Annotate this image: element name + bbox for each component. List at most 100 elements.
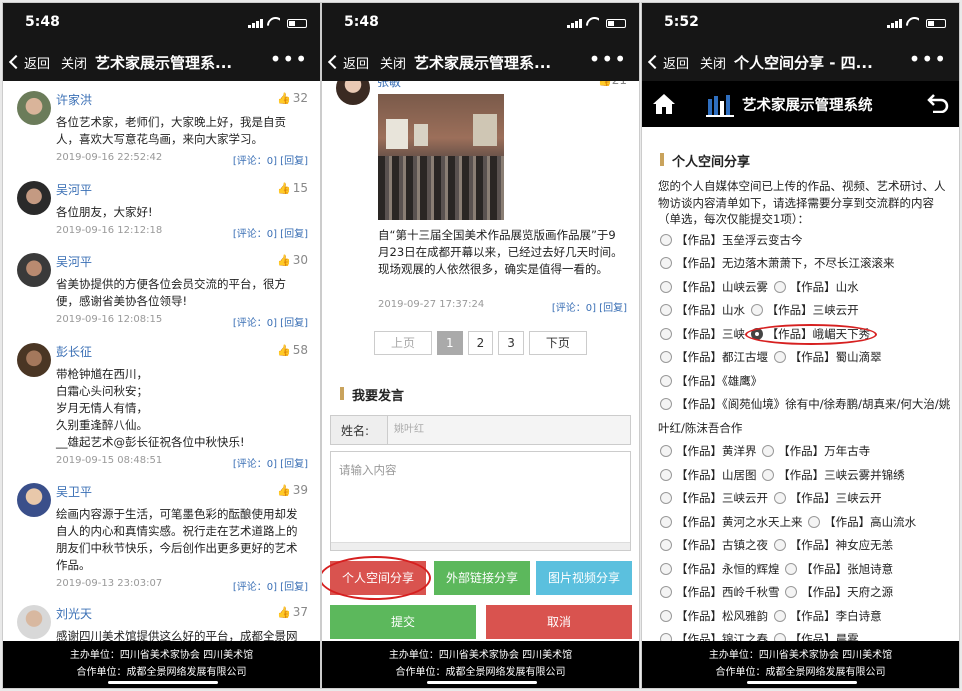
option-item[interactable]: 【作品】张旭诗意 bbox=[783, 562, 893, 576]
page-2-button[interactable]: 2 bbox=[467, 331, 494, 355]
like-button[interactable]: 👍 15 bbox=[277, 181, 308, 195]
comment-reply-links[interactable]: [评论：0] [回复] bbox=[233, 314, 308, 329]
name-input[interactable]: 姚叶红 bbox=[387, 416, 630, 444]
radio-button[interactable] bbox=[660, 586, 672, 598]
comment-reply-links[interactable]: [评论：0] [回复] bbox=[233, 578, 308, 593]
option-item[interactable]: 【作品】古镇之夜 bbox=[658, 538, 768, 552]
option-item[interactable]: 【作品】高山流水 bbox=[806, 515, 916, 529]
radio-button[interactable] bbox=[660, 492, 672, 504]
option-item[interactable]: 【作品】峨嵋天下秀 bbox=[744, 323, 877, 347]
option-item[interactable]: 【作品】《阆苑仙境》徐有中/徐寿鹏/胡真来/何大治/姚叶红/陈沫吾合作 bbox=[658, 397, 950, 435]
submit-button[interactable]: 提交 bbox=[330, 605, 476, 639]
radio-button[interactable] bbox=[660, 304, 672, 316]
radio-button[interactable] bbox=[762, 445, 775, 457]
content-textarea[interactable]: 请输入内容 bbox=[330, 451, 631, 551]
prev-page-button[interactable]: 上页 bbox=[374, 331, 432, 355]
option-item[interactable]: 【作品】天府之源 bbox=[783, 585, 893, 599]
return-icon[interactable] bbox=[927, 93, 949, 113]
textarea-resize-handle[interactable] bbox=[331, 542, 630, 550]
radio-button[interactable] bbox=[660, 609, 672, 622]
radio-button[interactable] bbox=[660, 233, 672, 246]
radio-button[interactable] bbox=[762, 468, 775, 481]
option-item[interactable]: 【作品】黄河之水天上来 bbox=[658, 515, 803, 529]
comment-reply-links[interactable]: [评论：0] [回复] bbox=[233, 152, 308, 167]
radio-button[interactable] bbox=[750, 304, 763, 316]
cancel-button[interactable]: 取消 bbox=[486, 605, 632, 639]
option-item[interactable]: 【作品】晨雾 bbox=[772, 632, 859, 641]
radio-button[interactable] bbox=[660, 445, 672, 457]
more-menu-button[interactable]: ••• bbox=[270, 47, 308, 71]
radio-button[interactable] bbox=[660, 468, 672, 481]
option-item[interactable]: 【作品】三峡云雾并锦绣 bbox=[760, 468, 905, 482]
back-button[interactable]: 返回 bbox=[11, 53, 50, 72]
option-item[interactable]: 【作品】山水 bbox=[658, 303, 745, 317]
radio-button[interactable] bbox=[660, 562, 672, 575]
option-item[interactable]: 【作品】玉垒浮云变古今 bbox=[658, 233, 803, 247]
back-button[interactable]: 返回 bbox=[330, 53, 369, 72]
option-item[interactable]: 【作品】三峡云开 bbox=[749, 303, 859, 317]
radio-button[interactable] bbox=[660, 280, 672, 293]
comment-reply-links[interactable]: [评论：0] [回复] bbox=[552, 299, 627, 314]
option-row: 【作品】玉垒浮云变古今 bbox=[642, 229, 959, 253]
back-button[interactable]: 返回 bbox=[650, 53, 689, 72]
radio-button[interactable] bbox=[785, 586, 798, 598]
close-button[interactable]: 关闭 bbox=[380, 53, 406, 72]
radio-button[interactable] bbox=[660, 257, 672, 269]
radio-button[interactable] bbox=[660, 351, 672, 363]
like-button[interactable]: 👍 30 bbox=[277, 253, 308, 267]
like-button[interactable]: 👍 39 bbox=[277, 483, 308, 497]
radio-button[interactable] bbox=[808, 515, 821, 528]
option-item[interactable]: 【作品】山水 bbox=[772, 280, 859, 294]
comment-text: 省美协提供的方便各位会员交流的平台，很方便，感谢省美协各位领导! bbox=[56, 277, 286, 308]
more-menu-button[interactable]: ••• bbox=[589, 47, 627, 71]
page-1-button[interactable]: 1 bbox=[437, 331, 463, 355]
radio-button[interactable] bbox=[660, 633, 672, 641]
option-item[interactable]: 【作品】三峡云开 bbox=[772, 491, 882, 505]
home-icon[interactable] bbox=[652, 93, 676, 115]
comment-reply-links[interactable]: [评论：0] [回复] bbox=[233, 225, 308, 240]
radio-button[interactable] bbox=[773, 633, 786, 641]
close-button[interactable]: 关闭 bbox=[700, 53, 726, 72]
option-item[interactable]: 【作品】万年古寺 bbox=[760, 444, 870, 458]
option-item[interactable]: 【作品】三峡 bbox=[658, 327, 745, 341]
page-3-button[interactable]: 3 bbox=[498, 331, 524, 355]
radio-button[interactable] bbox=[660, 374, 672, 387]
option-item[interactable]: 【作品】黄洋界 bbox=[658, 444, 757, 458]
external-link-share-button[interactable]: 外部链接分享 bbox=[434, 561, 530, 595]
comment-reply-links[interactable]: [评论：0] [回复] bbox=[233, 455, 308, 470]
option-item[interactable]: 【作品】锦江之春 bbox=[658, 632, 768, 641]
close-button[interactable]: 关闭 bbox=[61, 53, 87, 72]
like-button[interactable]: 👍 58 bbox=[277, 343, 308, 357]
option-item[interactable]: 【作品】都江古堰 bbox=[658, 350, 768, 364]
next-page-button[interactable]: 下页 bbox=[528, 331, 587, 355]
post-photo[interactable] bbox=[378, 94, 504, 220]
option-item[interactable]: 【作品】永恒的辉煌 bbox=[658, 562, 780, 576]
radio-button[interactable] bbox=[773, 609, 786, 622]
radio-button[interactable] bbox=[660, 327, 672, 340]
radio-button[interactable] bbox=[773, 539, 786, 551]
radio-button[interactable] bbox=[660, 398, 672, 410]
radio-button[interactable] bbox=[773, 280, 786, 293]
option-item[interactable]: 【作品】蜀山滴翠 bbox=[772, 350, 882, 364]
radio-button[interactable] bbox=[660, 515, 672, 528]
radio-button[interactable] bbox=[773, 492, 786, 504]
option-item[interactable]: 【作品】松风雅韵 bbox=[658, 609, 768, 623]
more-menu-button[interactable]: ••• bbox=[909, 47, 947, 71]
option-item[interactable]: 【作品】李白诗意 bbox=[772, 609, 882, 623]
radio-button[interactable] bbox=[773, 351, 786, 363]
like-button[interactable]: 👍 37 bbox=[277, 605, 308, 619]
comment-meta: 2019-09-16 22:52:42 [评论：0] [回复] bbox=[56, 152, 320, 167]
like-button[interactable]: 👍 32 bbox=[277, 91, 308, 105]
radio-button[interactable] bbox=[785, 562, 798, 575]
option-item[interactable]: 【作品】无边落木萧萧下，不尽长江滚滚来 bbox=[658, 256, 895, 270]
footer-partner: 合作单位：成都全景网络发展有限公司 bbox=[76, 667, 247, 678]
option-item[interactable]: 【作品】山居图 bbox=[658, 468, 757, 482]
option-item[interactable]: 【作品】神女应无恙 bbox=[772, 538, 893, 552]
option-item[interactable]: 【作品】《雄鹰》 bbox=[658, 374, 762, 388]
media-share-button[interactable]: 图片视频分享 bbox=[536, 561, 632, 595]
like-count[interactable]: 👍21 bbox=[598, 81, 627, 87]
radio-button[interactable] bbox=[660, 539, 672, 551]
option-item[interactable]: 【作品】山峡云雾 bbox=[658, 280, 768, 294]
option-item[interactable]: 【作品】三峡云开 bbox=[658, 491, 768, 505]
option-item[interactable]: 【作品】西岭千秋雪 bbox=[658, 585, 780, 599]
